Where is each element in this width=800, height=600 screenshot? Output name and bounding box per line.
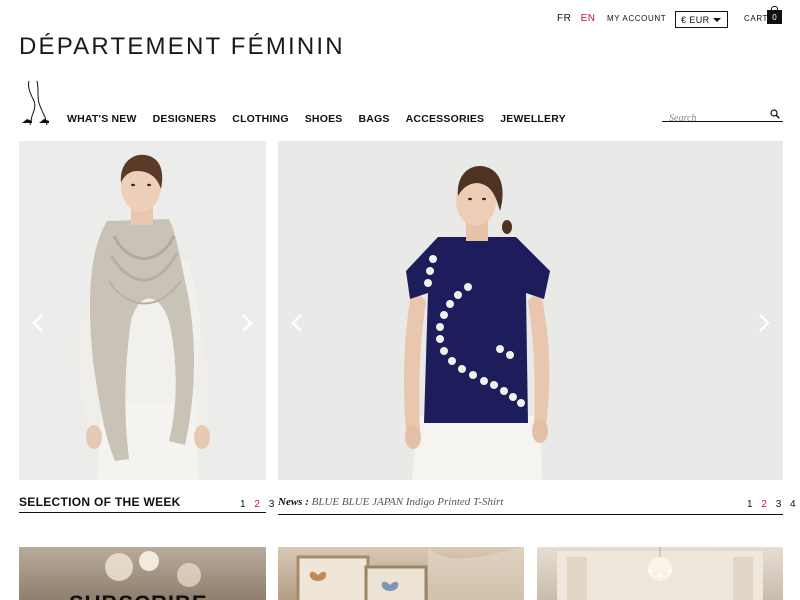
main-nav: WHAT'S NEW DESIGNERS CLOTHING SHOES BAGS…	[67, 113, 582, 125]
lang-en[interactable]: EN	[581, 13, 596, 24]
site-logo[interactable]: DÉPARTEMENT FÉMININ	[19, 33, 345, 61]
boutique-tile[interactable]	[537, 547, 783, 600]
cart-count: 0	[772, 13, 777, 22]
pager-link[interactable]: 3	[269, 499, 278, 510]
nav-shoes[interactable]: SHOES	[305, 113, 343, 125]
chevron-right-icon[interactable]	[757, 313, 771, 333]
nav-bags[interactable]: BAGS	[358, 113, 389, 125]
news-label: News :	[278, 496, 309, 508]
pager-link-current[interactable]: 2	[254, 499, 263, 510]
subscribe-label: SUBSCRIBE	[69, 591, 208, 600]
news-pager: 1 2 3 4	[747, 499, 799, 510]
nav-jewellery[interactable]: JEWELLERY	[500, 113, 566, 125]
selection-pager: 1 2 3	[240, 499, 277, 510]
legs-logo-icon[interactable]	[19, 79, 53, 125]
divider	[278, 514, 783, 515]
currency-value: € EUR	[681, 15, 710, 25]
currency-select[interactable]: € EUR	[675, 11, 728, 28]
language-switcher: FR EN	[557, 13, 602, 24]
pager-link[interactable]: 3	[776, 499, 785, 510]
butterfly-frames-image	[296, 547, 524, 600]
news-caption[interactable]: News : BLUE BLUE JAPAN Indigo Printed T-…	[278, 496, 503, 508]
nav-whats-new[interactable]: WHAT'S NEW	[67, 113, 137, 125]
nav-accessories[interactable]: ACCESSORIES	[406, 113, 485, 125]
cart-link[interactable]: CART	[744, 14, 768, 23]
divider	[19, 512, 266, 513]
pager-link[interactable]: 4	[790, 499, 799, 510]
search-box	[662, 108, 783, 125]
chevron-right-icon[interactable]	[240, 313, 254, 333]
my-account-link[interactable]: MY ACCOUNT	[607, 14, 666, 23]
cart-bag-icon[interactable]: 0	[767, 6, 782, 24]
model-tshirt-image	[278, 141, 783, 480]
lang-fr[interactable]: FR	[557, 13, 571, 24]
chevron-down-icon	[713, 18, 721, 22]
subscribe-tile[interactable]: SUBSCRIBE	[19, 547, 266, 600]
chevron-left-icon[interactable]	[31, 313, 45, 333]
butterfly-tile[interactable]	[278, 547, 524, 600]
search-icon[interactable]	[770, 109, 780, 119]
model-scarf-image	[19, 141, 266, 480]
boutique-interior-image	[557, 547, 763, 600]
search-input[interactable]	[662, 112, 762, 125]
pager-link[interactable]: 1	[240, 499, 249, 510]
pager-link-current[interactable]: 2	[761, 499, 770, 510]
selection-carousel	[19, 141, 266, 480]
pager-link[interactable]: 1	[747, 499, 756, 510]
selection-title: SELECTION OF THE WEEK	[19, 495, 181, 509]
nav-clothing[interactable]: CLOTHING	[232, 113, 288, 125]
nav-designers[interactable]: DESIGNERS	[153, 113, 217, 125]
chevron-left-icon[interactable]	[290, 313, 304, 333]
news-text: BLUE BLUE JAPAN Indigo Printed T-Shirt	[311, 496, 504, 508]
news-carousel	[278, 141, 783, 480]
